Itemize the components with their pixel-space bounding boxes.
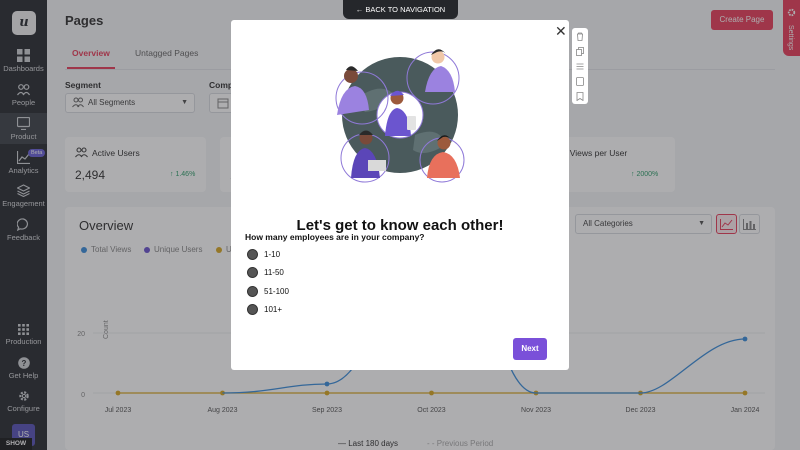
back-to-navigation-button[interactable]: ← BACK TO NAVIGATION [343, 0, 458, 19]
bookmark-icon[interactable] [572, 88, 588, 103]
back-to-navigation-label: BACK TO NAVIGATION [365, 5, 446, 14]
copy-icon[interactable] [572, 43, 588, 58]
onboarding-survey-modal: ✕ Let's get to know each other! How many… [231, 20, 569, 370]
duplicate-icon[interactable] [572, 73, 588, 88]
survey-question: How many employees are in your company? [245, 232, 425, 242]
next-button[interactable]: Next [513, 338, 547, 360]
arrow-left-icon: ← [355, 5, 364, 14]
option-label: 11-50 [264, 268, 284, 277]
option-label: 101+ [264, 305, 283, 314]
team-illustration [335, 49, 465, 183]
editor-toolbar [572, 28, 588, 104]
option-label: 1-10 [264, 250, 281, 259]
option-label: 51-100 [264, 287, 289, 296]
radio-button[interactable] [247, 286, 258, 297]
radio-button[interactable] [247, 249, 258, 260]
close-icon[interactable]: ✕ [555, 23, 567, 40]
radio-button[interactable] [247, 304, 258, 315]
sliders-icon[interactable] [572, 58, 588, 73]
radio-button[interactable] [247, 267, 258, 278]
trash-icon[interactable] [572, 28, 588, 43]
